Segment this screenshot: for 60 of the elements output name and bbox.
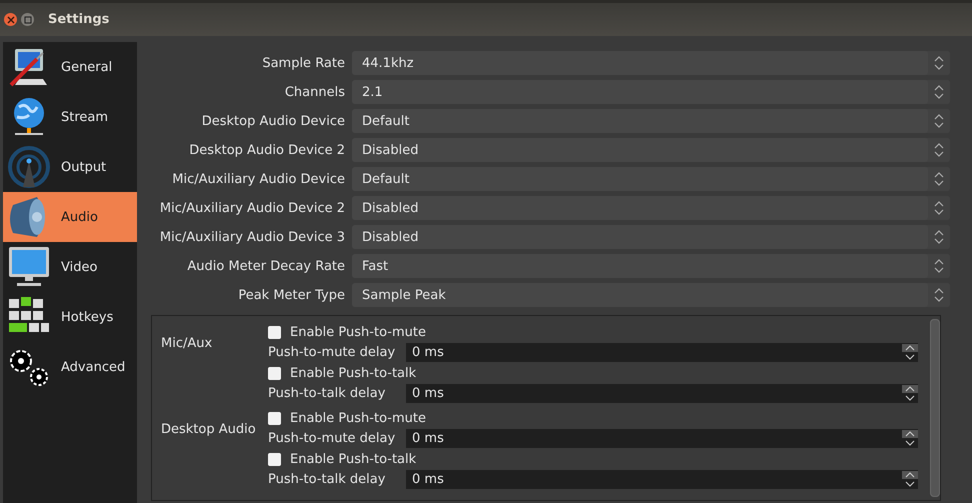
up-down-arrows-icon	[934, 259, 944, 273]
sidebar-item[interactable]: General	[3, 42, 137, 92]
sidebar-item[interactable]: Hotkeys	[3, 292, 137, 342]
dropdown[interactable]: Disabled	[352, 196, 950, 220]
dropdown[interactable]: Default	[352, 109, 950, 133]
section-label: Mic/Aux	[161, 336, 214, 353]
up-down-arrows-icon	[934, 114, 944, 128]
sidebar-item[interactable]: Video	[3, 242, 137, 292]
section-label: Desktop Audio	[161, 422, 257, 439]
setting-label: Channels	[284, 84, 345, 100]
sidebar-item[interactable]: Audio	[3, 192, 137, 242]
setting-label: Peak Meter Type	[237, 288, 345, 302]
sidebar-item[interactable]: Output	[3, 142, 137, 192]
dropdown[interactable]: Default	[352, 167, 950, 191]
delay-label: Push-to-mute delay	[268, 345, 396, 360]
dropdown[interactable]: Sample Peak	[352, 283, 950, 307]
spin-arrows-icon	[902, 430, 918, 448]
spin-arrows-icon	[902, 384, 918, 402]
up-down-arrows-icon	[934, 143, 944, 157]
sidebar-item[interactable]: Stream	[3, 92, 137, 142]
up-down-arrows-icon	[934, 85, 944, 99]
dropdown[interactable]: Disabled	[352, 225, 950, 249]
setting-label: Sample Rate	[261, 56, 345, 70]
spin-arrows-icon	[902, 470, 918, 488]
delay-spinbox[interactable]: 0 ms	[406, 384, 918, 403]
delay-spinbox[interactable]: 0 ms	[406, 343, 918, 362]
dropdown[interactable]: Fast	[352, 254, 950, 278]
setting-label: Mic/Auxiliary Audio Device	[171, 172, 345, 186]
window-title: Settings	[48, 12, 110, 27]
close-button[interactable]	[4, 13, 17, 26]
delay-label: Push-to-mute delay	[268, 431, 396, 446]
close-icon	[6, 16, 14, 24]
delay-label: Push-to-talk delay	[268, 472, 386, 487]
up-down-arrows-icon	[934, 230, 944, 244]
antenna-icon	[7, 145, 51, 189]
up-down-arrows-icon	[934, 172, 944, 186]
setting-label: Audio Meter Decay Rate	[186, 258, 345, 274]
up-down-arrows-icon	[934, 288, 944, 302]
checkbox[interactable]: Enable Push-to-talk	[268, 363, 416, 383]
delay-spinbox[interactable]: 0 ms	[406, 429, 918, 448]
checkbox[interactable]: Enable Push-to-talk	[268, 449, 416, 469]
dropdown[interactable]: 44.1khz	[352, 51, 950, 75]
dropdown[interactable]: 2.1	[352, 80, 950, 104]
delay-spinbox[interactable]: 0 ms	[406, 470, 918, 489]
setting-label: Mic/Auxiliary Audio Device 3	[158, 230, 345, 244]
spin-arrows-icon	[902, 344, 918, 362]
delay-label: Push-to-talk delay	[268, 386, 386, 401]
up-down-arrows-icon	[934, 56, 944, 70]
maximize-button[interactable]	[21, 13, 34, 26]
checkbox[interactable]: Enable Push-to-mute	[268, 408, 426, 428]
setting-label: Mic/Auxiliary Audio Device 2	[158, 200, 345, 216]
monitor-icon	[7, 245, 51, 289]
dropdown[interactable]: Disabled	[352, 138, 950, 162]
up-down-arrows-icon	[934, 201, 944, 215]
scrollbar[interactable]	[930, 319, 940, 497]
setting-label: Desktop Audio Device	[200, 114, 345, 128]
setting-label: Desktop Audio Device 2	[188, 142, 345, 158]
checkbox[interactable]: Enable Push-to-mute	[268, 322, 426, 342]
square-icon	[24, 16, 32, 24]
sidebar-item[interactable]: Advanced	[3, 342, 137, 392]
